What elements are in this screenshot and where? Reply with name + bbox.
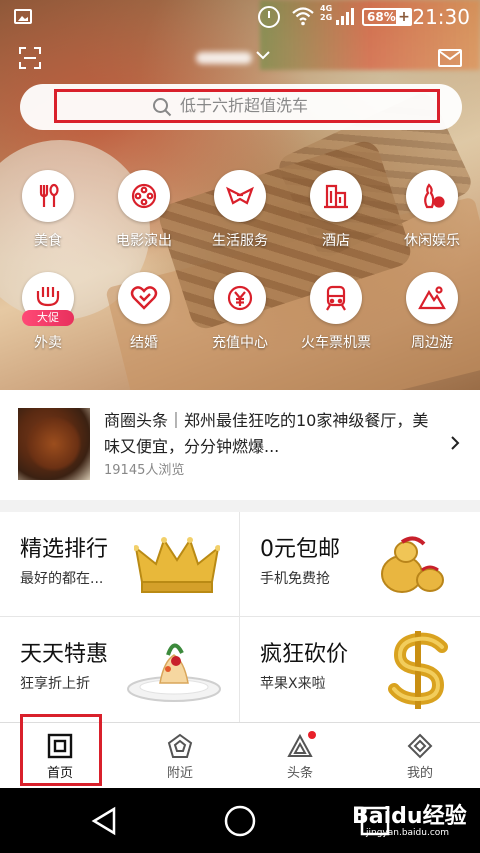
news-title: 商圈头条｜郑州最佳狂吃的10家神级餐厅，美味又便宜，分分钟燃爆... <box>104 411 429 456</box>
home-tab-highlight-box <box>20 714 102 786</box>
notification-dot <box>308 731 316 739</box>
category-leisure[interactable]: 休闲娱乐 <box>384 170 480 270</box>
message-envelope-icon[interactable] <box>438 48 462 68</box>
category-wedding[interactable]: 结婚 <box>96 272 192 372</box>
category-hotel[interactable]: 酒店 <box>288 170 384 270</box>
city-name-blurred <box>196 52 252 64</box>
category-nearby-trips[interactable]: 周边游 <box>384 272 480 372</box>
pentagon-icon <box>167 733 193 758</box>
gallery-notification-icon <box>14 9 32 24</box>
search-icon <box>152 97 172 117</box>
news-view-count: 19145人浏览 <box>104 463 185 478</box>
promo-subtitle: 手机免费抢 <box>260 571 330 587</box>
chevron-right-icon <box>450 432 460 456</box>
home-circle-icon[interactable] <box>223 804 257 838</box>
network-type-label: 4G 2G <box>320 4 333 22</box>
promo-ranking[interactable]: 精选排行 最好的都在... <box>0 512 239 616</box>
status-bar: 4G 2G 68% + 21:30 <box>0 0 480 34</box>
yuan-coin-icon <box>214 272 266 324</box>
alarm-icon <box>258 6 280 28</box>
promo-title: 天天特惠 <box>20 642 109 667</box>
headline-news-card[interactable]: 商圈头条｜郑州最佳狂吃的10家神级餐厅，美味又便宜，分分钟燃爆... 19145… <box>0 390 480 500</box>
train-icon <box>310 272 362 324</box>
bowling-icon <box>406 170 458 222</box>
grid-divider-vertical <box>239 512 240 722</box>
scan-icon[interactable] <box>18 46 42 70</box>
promo-title: 疯狂砍价 <box>260 642 349 667</box>
search-bar[interactable]: 低于六折超值洗车 <box>20 84 462 130</box>
tab-label: 我的 <box>406 766 433 781</box>
category-label: 生活服务 <box>212 233 268 249</box>
news-thumbnail <box>18 408 90 480</box>
tab-profile[interactable]: 我的 <box>360 723 480 789</box>
mountain-icon <box>406 272 458 324</box>
tab-nearby[interactable]: 附近 <box>120 723 240 789</box>
back-icon[interactable] <box>88 804 122 838</box>
category-label: 休闲娱乐 <box>404 233 460 249</box>
promo-subtitle: 最好的都在... <box>20 571 104 587</box>
section-divider <box>0 500 480 512</box>
signal-bars-icon <box>336 6 354 26</box>
dessert-plate-icon <box>127 643 221 702</box>
clock-time: 21:30 <box>412 5 470 29</box>
app-screen: 4G 2G 68% + 21:30 低于六折超值洗车 美食 电影演出 生活服务 … <box>0 0 480 853</box>
watermark-brand: Baidu经验 <box>352 804 467 829</box>
search-placeholder: 低于六折超值洗车 <box>180 96 309 115</box>
crown-icon <box>134 537 220 593</box>
bowtie-icon <box>214 170 266 222</box>
category-food[interactable]: 美食 <box>0 170 96 270</box>
category-label: 美食 <box>34 233 62 249</box>
category-recharge[interactable]: 充值中心 <box>192 272 288 372</box>
category-label: 周边游 <box>411 335 453 351</box>
promo-subtitle: 苹果X来啦 <box>260 676 326 692</box>
tab-label: 附近 <box>166 766 193 781</box>
fork-spoon-icon <box>22 170 74 222</box>
wifi-icon <box>292 6 314 26</box>
tab-label: 头条 <box>286 766 313 781</box>
category-label: 酒店 <box>322 233 350 249</box>
grid-divider-horizontal <box>0 616 480 617</box>
category-movies[interactable]: 电影演出 <box>96 170 192 270</box>
promo-badge: 大促 <box>22 310 74 326</box>
category-takeout[interactable]: 大促 外卖 <box>0 272 96 372</box>
baidu-jingyan-watermark: Baidu经验 jingyan.baidu.com <box>352 798 467 838</box>
heart-icon <box>118 272 170 324</box>
gold-dollar-icon <box>388 631 448 709</box>
promo-daily-deals[interactable]: 天天特惠 狂享折上折 <box>0 617 239 721</box>
diamond-icon <box>407 733 433 759</box>
hotel-building-icon <box>310 170 362 222</box>
charging-icon: + <box>396 8 412 26</box>
category-life-services[interactable]: 生活服务 <box>192 170 288 270</box>
tab-headlines[interactable]: 头条 <box>240 723 360 789</box>
watermark-url: jingyan.baidu.com <box>366 828 450 838</box>
promo-title: 0元包邮 <box>260 537 340 562</box>
promo-subtitle: 狂享折上折 <box>20 676 90 692</box>
category-label: 充值中心 <box>212 335 268 351</box>
category-label: 电影演出 <box>116 233 172 249</box>
category-label: 外卖 <box>34 335 62 351</box>
promo-bargain[interactable]: 疯狂砍价 苹果X来啦 <box>240 617 479 721</box>
category-train-flight[interactable]: 火车票机票 <box>288 272 384 372</box>
promo-free-shipping[interactable]: 0元包邮 手机免费抢 <box>240 512 479 616</box>
category-label: 火车票机票 <box>301 335 371 351</box>
city-selector[interactable] <box>196 46 274 70</box>
gourd-gift-icon <box>381 536 444 593</box>
battery-level: 68% <box>362 8 401 26</box>
film-reel-icon <box>118 170 170 222</box>
category-label: 结婚 <box>130 335 158 351</box>
chevron-down-icon <box>256 48 270 64</box>
promo-title: 精选排行 <box>20 537 109 562</box>
